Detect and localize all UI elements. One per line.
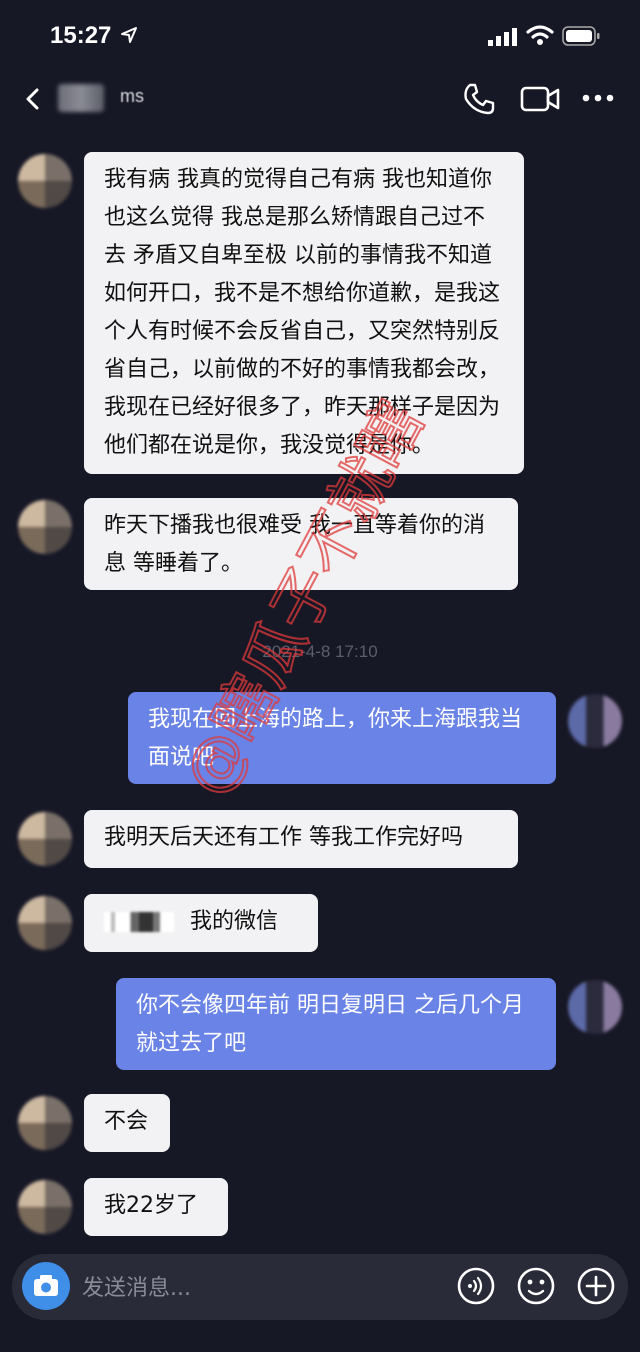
voice-message-icon[interactable]	[456, 1266, 496, 1306]
wechat-id-blurred	[104, 912, 174, 932]
contact-avatar[interactable]	[18, 896, 72, 950]
camera-icon	[34, 1275, 58, 1296]
status-time: 15:27	[50, 22, 112, 49]
contact-name[interactable]: ms	[120, 86, 144, 107]
contact-name-blurred	[58, 84, 104, 112]
message-timestamp: 2021-4-8 17:10	[262, 642, 378, 661]
camera-button[interactable]	[22, 1262, 70, 1310]
signal-icon	[488, 28, 517, 46]
more-options-icon[interactable]	[582, 90, 614, 106]
my-avatar[interactable]	[568, 980, 622, 1034]
contact-avatar[interactable]	[18, 154, 72, 208]
battery-icon	[562, 26, 600, 46]
contact-avatar[interactable]	[18, 500, 72, 554]
phone-call-icon[interactable]	[462, 82, 496, 116]
message-input[interactable]	[80, 1272, 444, 1304]
message-bubble-incoming[interactable]: 昨天下播我也很难受 我一直等着你的消息 等睡着了。	[84, 498, 518, 590]
contact-avatar[interactable]	[18, 812, 72, 866]
status-bar: 15:27	[0, 0, 640, 72]
message-bubble-outgoing[interactable]: 我现在回上海的路上，你来上海跟我当面说吧	[128, 692, 556, 784]
wifi-icon	[526, 25, 554, 45]
message-bubble-incoming[interactable]: 我明天后天还有工作 等我工作完好吗	[84, 810, 518, 868]
message-bubble-incoming[interactable]: 不会	[84, 1094, 170, 1152]
contact-avatar[interactable]	[18, 1096, 72, 1150]
contact-avatar[interactable]	[18, 1180, 72, 1234]
message-bubble-wechat[interactable]: 我的微信	[84, 894, 318, 952]
location-arrow-icon	[121, 27, 137, 43]
message-bubble-incoming[interactable]: 我有病 我真的觉得自己有病 我也知道你也这么觉得 我总是那么矫情跟自己过不去 矛…	[84, 152, 524, 474]
message-bubble-incoming[interactable]: 我22岁了	[84, 1178, 228, 1236]
video-call-icon[interactable]	[520, 84, 560, 114]
emoji-icon[interactable]	[516, 1266, 556, 1306]
message-bubble-outgoing[interactable]: 你不会像四年前 明日复明日 之后几个月就过去了吧	[116, 978, 556, 1070]
add-more-icon[interactable]	[576, 1266, 616, 1306]
back-arrow-icon[interactable]	[24, 88, 42, 110]
my-avatar[interactable]	[568, 694, 622, 748]
wechat-label: 我的微信	[190, 909, 279, 934]
